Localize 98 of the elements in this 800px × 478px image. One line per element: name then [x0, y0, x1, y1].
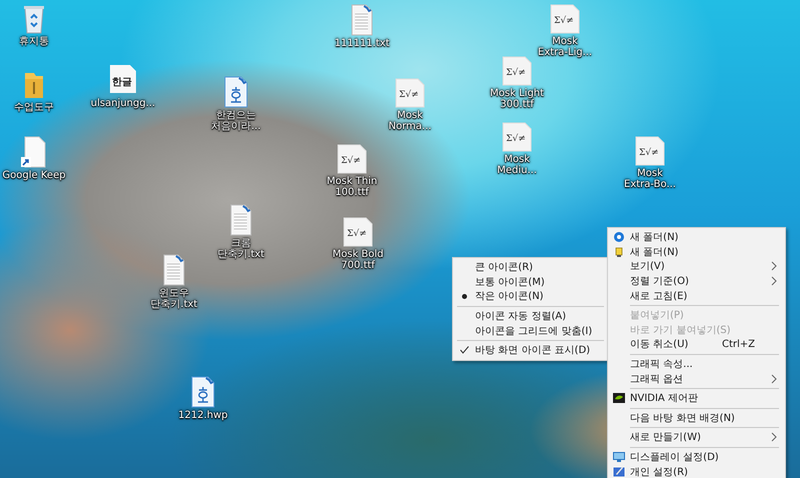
- icon-label: Extra-Lig...: [538, 47, 592, 58]
- lightbulb-icon: [615, 246, 623, 257]
- menu-item[interactable]: 바탕 화면 아이콘 표시(D): [453, 342, 608, 358]
- text-file-icon: [350, 4, 374, 36]
- nvidia-icon: [613, 393, 625, 404]
- icon-label: 단축키.txt: [150, 299, 198, 310]
- menu-item[interactable]: 새 폴더(N): [608, 244, 785, 260]
- menu-item-label: 이동 취소(U): [630, 338, 690, 352]
- desktop-icon[interactable]: 한글 ulsanjungg...: [89, 64, 157, 109]
- hwp-document-icon: [190, 376, 216, 408]
- desktop-icon[interactable]: 윈도우 단축키.txt: [140, 254, 208, 310]
- icon-label: 윈도우: [159, 288, 189, 299]
- folder-icon: [22, 70, 46, 100]
- shortcut-label: Ctrl+Z: [722, 338, 755, 350]
- menu-item-label: 정렬 기준(O): [630, 275, 690, 288]
- font-file-icon: Σ√≠: [502, 122, 532, 152]
- icon-label: 100.ttf: [335, 187, 369, 198]
- icon-label: Mosk: [637, 168, 663, 179]
- desktop-icon[interactable]: 1212.hwp: [169, 376, 237, 421]
- hwp-document-icon: [223, 76, 249, 108]
- menu-item[interactable]: 새로 고침(E): [608, 288, 785, 303]
- menu-item-label: 그래픽 옵션: [630, 372, 684, 386]
- menu-item[interactable]: 아이콘 자동 정렬(A): [453, 308, 608, 324]
- font-file-icon: Σ√≠: [635, 136, 665, 166]
- desktop-icon[interactable]: Σ√≠ Mosk Mediu...: [483, 122, 551, 176]
- desktop-icon[interactable]: Σ√≠ Mosk Extra-Lig...: [531, 4, 599, 58]
- font-file-icon: Σ√≠: [550, 4, 580, 34]
- recycle-bin-icon: [21, 4, 47, 34]
- icon-label: 휴지통: [19, 36, 49, 47]
- icon-label: 한컴으는: [216, 110, 256, 121]
- icon-label: Mosk Light: [490, 88, 544, 99]
- icon-label: Google Keep: [2, 170, 66, 181]
- menu-item-label: 작은 아이콘(N): [475, 290, 544, 304]
- circle-icon: [614, 232, 624, 242]
- menu-item[interactable]: 디스플레이 설정(D): [608, 450, 785, 464]
- icon-label: 처음이라...: [211, 121, 261, 132]
- menu-item[interactable]: 이동 취소(U) Ctrl+Z: [608, 337, 785, 352]
- icon-label: Mosk: [397, 110, 423, 121]
- menu-item-label: 디스플레이 설정(D): [630, 451, 720, 464]
- menu-item-label: 새로 만들기(W): [630, 431, 702, 444]
- menu-item-label: 큰 아이콘(R): [475, 261, 534, 274]
- icon-label: 700.ttf: [341, 260, 375, 271]
- icon-label: 111111.txt: [334, 38, 390, 49]
- paint-monitor-icon: [613, 466, 625, 478]
- menu-item-label: 다음 바탕 화면 배경(N): [630, 412, 736, 425]
- icon-label: ulsanjungg...: [90, 98, 156, 109]
- desktop-icon[interactable]: Σ√≠ Mosk Bold 700.ttf: [324, 217, 392, 271]
- menu-item-label: 아이콘을 그리드에 맞춤(I): [475, 324, 594, 338]
- icon-label: Mosk: [504, 154, 530, 165]
- monitor-icon: [613, 452, 625, 462]
- menu-item-label: 바탕 화면 아이콘 표시(D): [475, 344, 592, 358]
- font-file-icon: Σ√≠: [337, 144, 367, 174]
- menu-item-label: NVIDIA 제어판: [630, 392, 699, 406]
- menu-item[interactable]: 개인 설정(R): [608, 464, 785, 478]
- menu-item-label: 그래픽 속성...: [630, 358, 694, 372]
- menu-item-label: 새 폴더(N): [630, 246, 680, 259]
- menu-item-label: 붙여넣기(P): [630, 309, 685, 322]
- shortcut-file-icon: [21, 136, 47, 168]
- icon-label: Mediu...: [497, 165, 537, 176]
- icon-label: 크롬: [231, 238, 251, 249]
- menu-item[interactable]: 정렬 기준(O): [608, 274, 785, 288]
- icon-label: 1212.hwp: [178, 410, 228, 421]
- menu-item[interactable]: 그래픽 속성...: [608, 356, 785, 372]
- desktop-icon[interactable]: Σ√≠ Mosk Light 300.ttf: [483, 56, 551, 110]
- menu-item[interactable]: 큰 아이콘(R): [453, 260, 608, 275]
- hangul-file-icon: 한글: [109, 64, 137, 96]
- font-file-icon: Σ√≠: [343, 217, 373, 247]
- icon-label: Norma...: [388, 121, 432, 132]
- icon-label: Mosk Bold: [332, 249, 384, 260]
- icon-label: 수업도구: [14, 102, 54, 113]
- icon-label: Mosk Thin: [326, 176, 378, 187]
- icon-label: Mosk: [552, 36, 578, 47]
- menu-item-label: 새로 고침(E): [630, 290, 688, 303]
- icon-label: 단축키.txt: [218, 249, 264, 260]
- desktop-icon[interactable]: Σ√≠ Mosk Thin 100.ttf: [318, 144, 386, 198]
- menu-item[interactable]: 보기(V): [608, 259, 785, 274]
- icon-label: Extra-Bo...: [624, 179, 676, 190]
- text-file-icon: [229, 204, 253, 236]
- menu-item-label: 새 폴더(N): [630, 231, 680, 244]
- font-file-icon: Σ√≠: [502, 56, 532, 86]
- menu-item-label: 아이콘 자동 정렬(A): [475, 310, 568, 324]
- desktop-icon[interactable]: Σ√≠ Mosk Norma...: [376, 78, 444, 132]
- desktop-icon[interactable]: Σ√≠ Mosk Extra-Bo...: [616, 136, 684, 190]
- menu-item[interactable]: 아이콘을 그리드에 맞춤(I): [453, 323, 608, 338]
- menu-item[interactable]: 보통 아이콘(M): [453, 274, 608, 290]
- menu-item[interactable]: 새 폴더(N): [608, 230, 785, 245]
- menu-item-label: 개인 설정(R): [630, 466, 689, 478]
- menu-item[interactable]: 그래픽 옵션: [608, 371, 785, 386]
- icon-label: 300.ttf: [500, 99, 534, 110]
- menu-item-label: 보기(V): [630, 260, 666, 274]
- menu-item[interactable]: 새로 만들기(W): [608, 430, 785, 445]
- menu-item[interactable]: 작은 아이콘(N): [453, 289, 608, 304]
- text-file-icon: [162, 254, 186, 286]
- menu-item-label: 바로 가기 붙여넣기(S): [630, 324, 732, 337]
- menu-item[interactable]: NVIDIA 제어판: [608, 390, 785, 406]
- menu-item-label: 보통 아이콘(M): [475, 276, 546, 289]
- menu-item[interactable]: 다음 바탕 화면 배경(N): [608, 410, 785, 426]
- font-file-icon: Σ√≠: [395, 78, 425, 108]
